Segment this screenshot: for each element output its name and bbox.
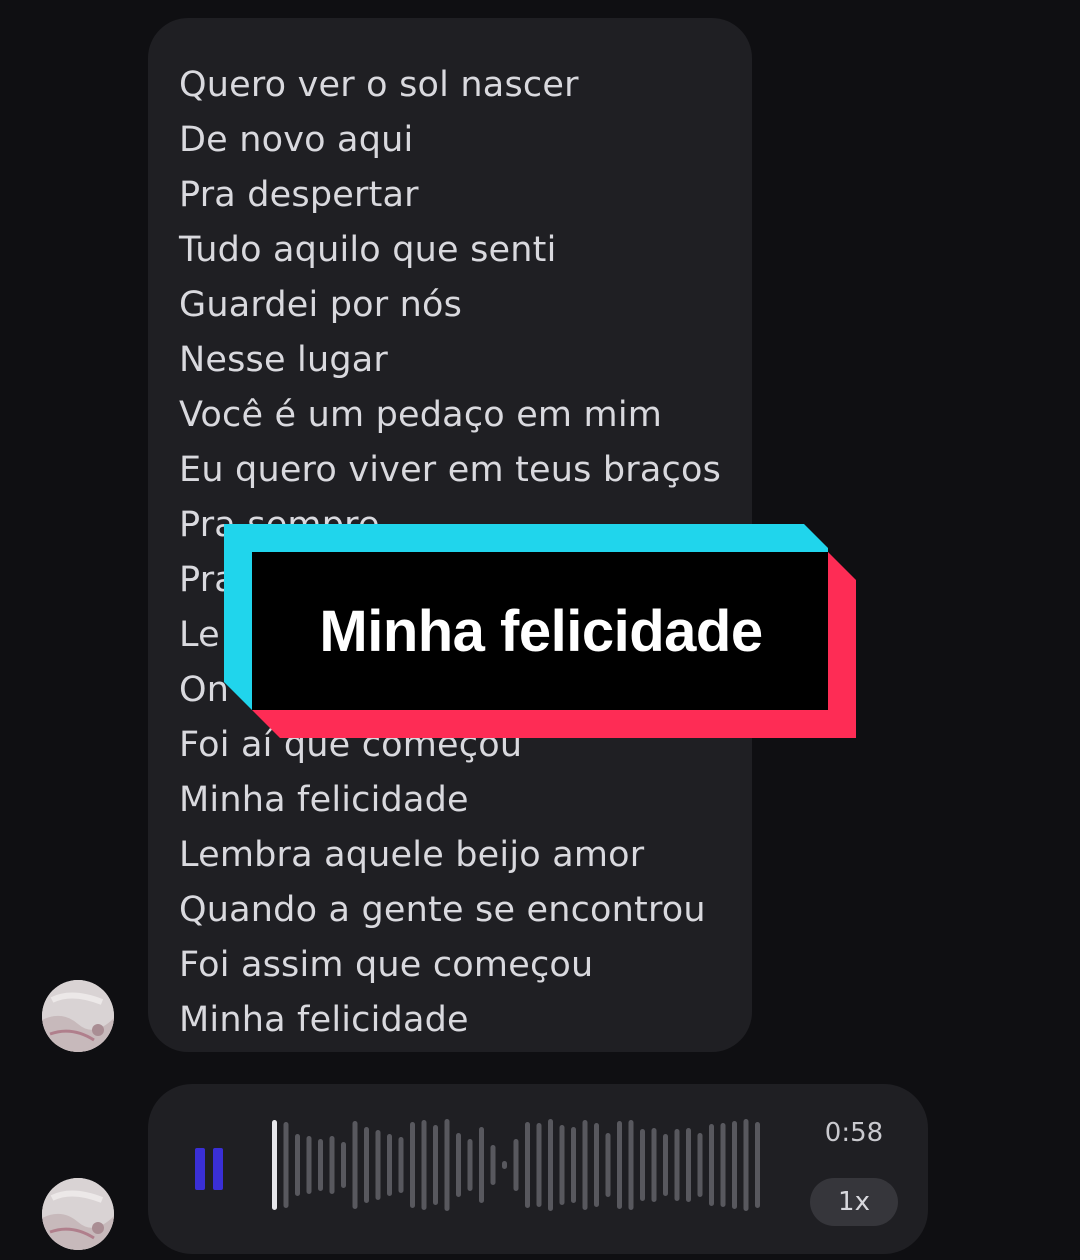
audio-waveform[interactable] (268, 1110, 788, 1220)
waveform-bar (536, 1123, 542, 1207)
sender-avatar[interactable] (42, 1178, 114, 1250)
waveform-bar (674, 1129, 680, 1201)
waveform-bar (479, 1127, 484, 1203)
lyric-line: Foi assim que começou (179, 945, 594, 985)
waveform-bar (295, 1134, 300, 1196)
avatar-photo-icon (42, 980, 114, 1052)
waveform-bar (387, 1134, 392, 1196)
lyric-line: Guardei por nós (179, 285, 463, 325)
waveform-bar (582, 1120, 588, 1210)
waveform-bar (318, 1139, 323, 1191)
audio-duration: 0:58 (824, 1118, 884, 1148)
lyric-line: De novo aqui (179, 120, 414, 160)
waveform-bar (686, 1128, 691, 1202)
lyric-line: Quando a gente se encontrou (179, 890, 706, 930)
waveform-bar (640, 1129, 645, 1201)
waveform-bar (548, 1119, 553, 1211)
caption-overlay: Minha felicidade (224, 524, 856, 738)
waveform-bar (709, 1124, 714, 1206)
waveform-bar (743, 1119, 749, 1211)
waveform-bar (513, 1139, 519, 1191)
waveform-bar (732, 1121, 737, 1209)
lyric-line: Minha felicidade (179, 1000, 469, 1040)
pause-icon (195, 1148, 223, 1190)
waveform-bar (444, 1119, 450, 1211)
lyric-line: Tudo aquilo que senti (179, 230, 557, 270)
waveform-bar (456, 1133, 461, 1197)
waveform-bar (398, 1137, 404, 1193)
waveform-bar (617, 1121, 622, 1209)
waveform-bar (605, 1133, 611, 1197)
waveform-bar (467, 1139, 473, 1191)
sender-avatar[interactable] (42, 980, 114, 1052)
lyric-line: Pra despertar (179, 175, 419, 215)
pause-button[interactable] (192, 1146, 228, 1192)
waveform-bar (628, 1120, 634, 1210)
waveform-bar (594, 1123, 599, 1207)
waveform-bar (352, 1121, 358, 1209)
waveform-bar (329, 1136, 335, 1194)
lyric-line: Você é um pedaço em mim (179, 395, 663, 435)
waveform-bar (433, 1125, 438, 1205)
waveform-bar (502, 1161, 507, 1169)
waveform-bar (341, 1142, 346, 1188)
waveform-bar (571, 1127, 576, 1203)
chat-area: Quero ver o sol nascer De novo aqui Pra … (0, 0, 1080, 1260)
waveform-bar (697, 1133, 703, 1197)
waveform-bar (663, 1134, 668, 1196)
waveform-bar (306, 1136, 312, 1194)
waveform-bar (283, 1122, 289, 1208)
lyric-line: Quero ver o sol nascer (179, 65, 579, 105)
playback-speed-button[interactable]: 1x (810, 1178, 898, 1226)
waveform-bar (525, 1122, 530, 1208)
waveform-bar (490, 1145, 496, 1185)
waveform-bar (375, 1130, 381, 1200)
waveform-bar (410, 1122, 415, 1208)
waveform-bar (720, 1123, 726, 1207)
lyric-line: Lembra aquele beijo amor (179, 835, 645, 875)
waveform-bar (364, 1127, 369, 1203)
waveform-bar (272, 1120, 277, 1210)
lyric-line: Minha felicidade (179, 780, 469, 820)
waveform-bar (559, 1125, 565, 1205)
caption-text: Minha felicidade (319, 598, 763, 664)
waveform-bar (421, 1120, 427, 1210)
waveform-bar (651, 1128, 657, 1202)
avatar-photo-icon (42, 1178, 114, 1250)
lyric-line: Nesse lugar (179, 340, 389, 380)
lyric-line: Eu quero viver em teus braços (179, 450, 722, 490)
waveform-bar (755, 1122, 760, 1208)
